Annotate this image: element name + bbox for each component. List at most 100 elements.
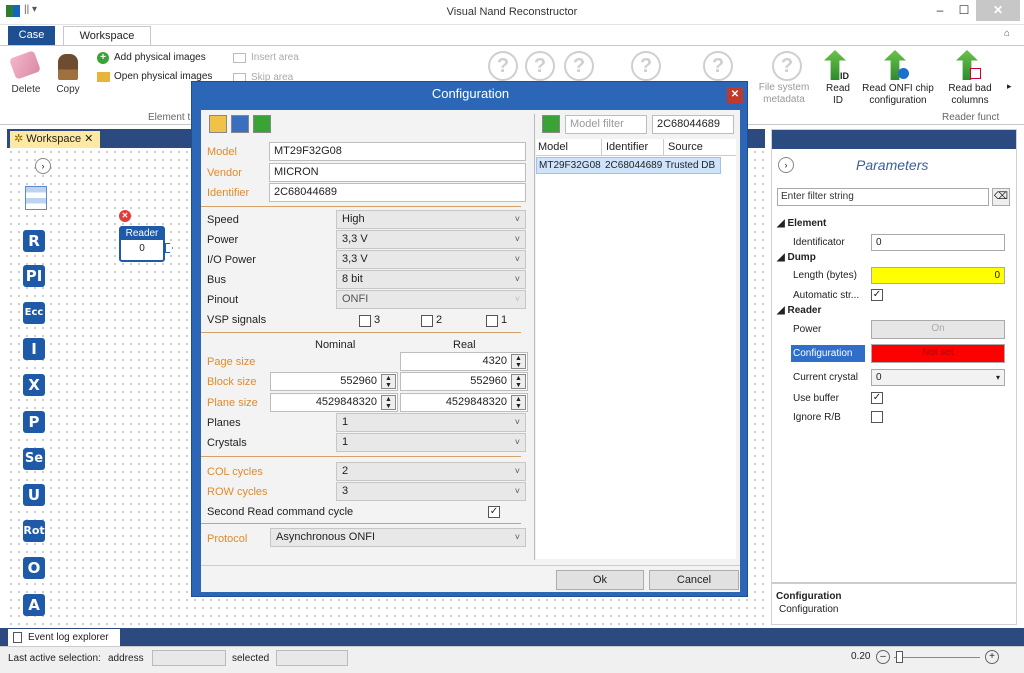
add-physical-images-button[interactable]: + Add physical images (97, 52, 217, 68)
spinner-icon[interactable]: ▲ ▼ (511, 354, 526, 369)
spinner-icon[interactable]: ▲ ▼ (381, 374, 396, 389)
cancel-button[interactable]: Cancel (649, 570, 739, 590)
ok-button[interactable]: Ok (556, 570, 644, 590)
chevron-down-icon: ▾ (995, 373, 1000, 382)
ignore-rb-checkbox[interactable] (871, 411, 883, 423)
ribbon-tabs: Case Workspace ⌂ (0, 25, 1024, 45)
collapse-panel-icon[interactable]: › (778, 157, 794, 173)
clear-filter-icon[interactable]: ⌫ (992, 188, 1010, 206)
panel-splitter[interactable] (772, 582, 1016, 584)
crystals-select[interactable]: 1 ˅ (336, 433, 526, 452)
file-system-metadata-button[interactable]: File system metadata (756, 82, 812, 106)
identifier-input[interactable]: 2C68044689 (269, 183, 526, 202)
close-button[interactable]: ✕ (976, 0, 1020, 21)
block-size-nominal-input[interactable]: 552960 ▲ ▼ (270, 372, 398, 391)
tool-palette: › R PI Ecc I X P Se U Rot O A (15, 150, 51, 620)
document-icon (13, 632, 22, 643)
configuration-dialog: Configuration ✕ Model MT29F32G08 Vendor … (191, 81, 748, 597)
model-filter-input[interactable]: Model filter (565, 115, 647, 134)
save-icon[interactable] (231, 115, 249, 133)
current-crystal-select[interactable]: 0 ▾ (871, 369, 1005, 386)
spinner-icon[interactable]: ▲ ▼ (511, 395, 526, 410)
model-filter-value-input[interactable]: 2C68044689 (652, 115, 734, 134)
row-cycles-select[interactable]: 3 ˅ (336, 482, 526, 501)
tool-u[interactable]: U (23, 484, 45, 506)
chevron-down-icon: ˅ (514, 254, 520, 264)
tab-workspace[interactable]: Workspace (63, 26, 151, 45)
block-size-real-input[interactable]: 552960 ▲ ▼ (400, 372, 528, 391)
dialog-close-button[interactable]: ✕ (727, 87, 743, 103)
tool-pi[interactable]: PI (23, 265, 45, 287)
use-buffer-checkbox[interactable]: ✓ (871, 392, 883, 404)
table-icon[interactable] (25, 186, 47, 210)
status-bar: Last active selection: address selected … (0, 646, 1024, 673)
pinout-select[interactable]: ONFI ˅ (336, 290, 526, 309)
help-disabled-icon: ? (772, 51, 802, 81)
speed-select[interactable]: High ˅ (336, 210, 526, 229)
page-size-real-input[interactable]: 4320 ▲ ▼ (400, 352, 528, 371)
tool-i[interactable]: I (23, 338, 45, 360)
plane-size-real-input[interactable]: 4529848320 ▲ ▼ (400, 393, 528, 412)
identificator-field[interactable]: 0 (871, 234, 1005, 251)
help-disabled-icon: ? (488, 51, 518, 81)
tool-rot[interactable]: Rot (23, 520, 45, 542)
element-group-label: Element t (148, 112, 191, 123)
automatic-checkbox[interactable]: ✓ (871, 289, 883, 301)
configuration-field[interactable]: Not set (871, 344, 1005, 363)
bus-select[interactable]: 8 bit ˅ (336, 270, 526, 289)
io-power-select[interactable]: 3,3 V ˅ (336, 250, 526, 269)
vsp-1-checkbox[interactable] (486, 315, 498, 327)
row-automatic: Automatic str... ✓ (793, 289, 883, 301)
vsp-3-checkbox[interactable] (359, 315, 371, 327)
chevron-down-icon: ˅ (514, 437, 520, 447)
workspace-tab[interactable]: ✲ Workspace ✕ (10, 131, 100, 148)
collapse-palette-icon[interactable]: › (35, 158, 51, 174)
reader-node-value: 0 (139, 243, 145, 254)
spinner-icon[interactable]: ▲ ▼ (381, 395, 396, 410)
plane-size-nominal-input[interactable]: 4529848320 ▲ ▼ (270, 393, 398, 412)
zoom-thumb[interactable] (896, 651, 903, 663)
close-tab-icon[interactable]: ✕ (84, 133, 93, 145)
power-button[interactable]: On (871, 320, 1005, 339)
vendor-input[interactable]: MICRON (269, 163, 526, 182)
zoom-out-icon[interactable]: – (876, 650, 890, 664)
zoom-in-icon[interactable]: + (985, 650, 999, 664)
zoom-slider[interactable] (894, 657, 980, 658)
refresh-models-icon[interactable] (542, 115, 560, 133)
open-folder-icon[interactable] (209, 115, 227, 133)
tool-ecc[interactable]: Ecc (23, 302, 45, 324)
dialog-title: Configuration (431, 86, 510, 101)
planes-select[interactable]: 1 ˅ (336, 413, 526, 432)
tool-p[interactable]: P (23, 411, 45, 433)
tool-x[interactable]: X (23, 374, 45, 396)
event-log-tab[interactable]: Event log explorer (8, 629, 120, 646)
address-field (152, 650, 226, 666)
insert-area-button[interactable]: Insert area (233, 52, 313, 68)
tool-a[interactable]: A (23, 594, 45, 616)
tool-se[interactable]: Se (23, 448, 45, 470)
maximize-button[interactable]: ☐ (950, 0, 978, 21)
power-select[interactable]: 3,3 V ˅ (336, 230, 526, 249)
read-id-button[interactable]: ID Read ID (820, 50, 856, 108)
model-input[interactable]: MT29F32G08 (269, 142, 526, 161)
protocol-select[interactable]: Asynchronous ONFI ˅ (270, 528, 526, 547)
delete-button[interactable]: Delete (8, 50, 44, 102)
length-field[interactable]: 0 (871, 267, 1005, 284)
tool-r[interactable]: R (23, 230, 45, 252)
reader-node[interactable]: Reader 0 (119, 226, 165, 262)
copy-button[interactable]: Copy (52, 52, 84, 102)
tool-o[interactable]: O (23, 557, 45, 579)
second-read-checkbox[interactable]: ✓ (488, 506, 500, 518)
parameters-filter-input[interactable]: Enter filter string (777, 188, 989, 206)
tab-case[interactable]: Case (8, 26, 55, 45)
vsp-2-checkbox[interactable] (421, 315, 433, 327)
refresh-icon[interactable] (253, 115, 271, 133)
read-onfi-config-button[interactable]: Read ONFI chip configuration (858, 50, 938, 108)
collapse-ribbon-icon[interactable]: ⌂ (1004, 28, 1010, 39)
row-current-crystal: Current crystal 0 ▾ (777, 368, 1009, 388)
ribbon-scroll-right-icon[interactable]: ▸ (1007, 81, 1012, 92)
table-row[interactable]: MT29F32G08 2C68044689 Trusted DB (536, 157, 721, 174)
read-bad-columns-button[interactable]: Read bad columns (942, 50, 998, 108)
col-cycles-select[interactable]: 2 ˅ (336, 462, 526, 481)
spinner-icon[interactable]: ▲ ▼ (511, 374, 526, 389)
